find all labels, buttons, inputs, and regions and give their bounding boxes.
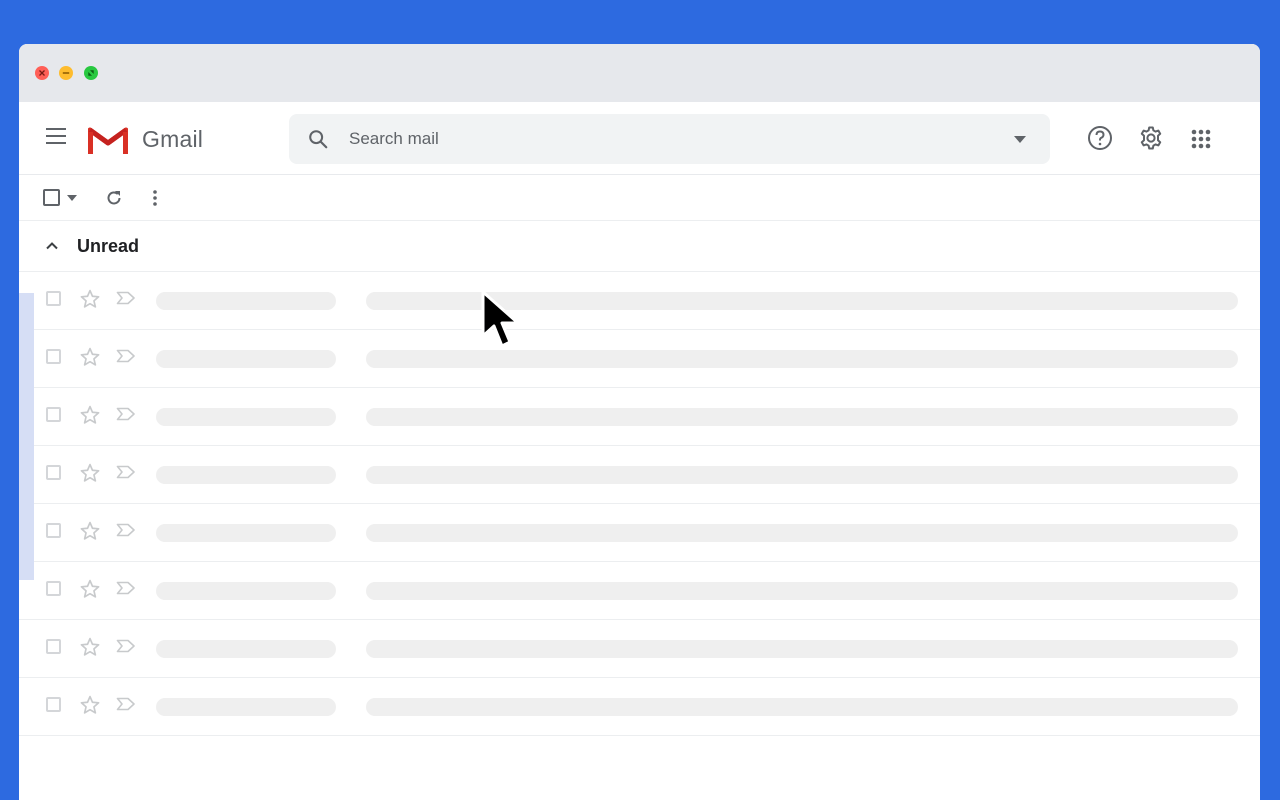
star-icon[interactable] — [79, 288, 101, 310]
row-checkbox[interactable] — [46, 465, 61, 480]
message-row[interactable] — [19, 272, 1260, 330]
star-icon[interactable] — [79, 520, 101, 542]
sender-placeholder — [156, 466, 336, 484]
important-marker-icon[interactable] — [116, 639, 136, 653]
close-icon — [39, 70, 45, 76]
sender-placeholder — [156, 524, 336, 542]
refresh-icon[interactable] — [104, 188, 124, 208]
sender-placeholder — [156, 350, 336, 368]
important-marker-icon[interactable] — [116, 581, 136, 595]
message-row[interactable] — [19, 620, 1260, 678]
row-checkbox[interactable] — [46, 639, 61, 654]
subject-placeholder — [366, 466, 1238, 484]
sender-placeholder — [156, 698, 336, 716]
select-all-checkbox[interactable] — [43, 189, 60, 206]
subject-placeholder — [366, 640, 1238, 658]
side-panel-edge — [19, 293, 34, 580]
row-checkbox[interactable] — [46, 523, 61, 538]
star-icon[interactable] — [79, 636, 101, 658]
star-icon[interactable] — [79, 462, 101, 484]
select-dropdown-icon[interactable] — [67, 195, 77, 201]
search-input[interactable]: Search mail — [349, 129, 439, 149]
mouse-cursor-icon — [481, 290, 520, 348]
row-checkbox[interactable] — [46, 581, 61, 596]
important-marker-icon[interactable] — [116, 349, 136, 363]
row-checkbox[interactable] — [46, 349, 61, 364]
message-row[interactable] — [19, 504, 1260, 562]
minimize-window-button[interactable] — [59, 66, 73, 80]
apps-icon[interactable] — [1191, 129, 1211, 149]
important-marker-icon[interactable] — [116, 523, 136, 537]
gmail-brand-text: Gmail — [142, 126, 204, 152]
subject-placeholder — [366, 582, 1238, 600]
message-row[interactable] — [19, 388, 1260, 446]
subject-placeholder — [366, 408, 1238, 426]
section-title: Unread — [77, 236, 140, 256]
search-icon[interactable] — [307, 128, 329, 150]
chevron-up-icon[interactable] — [45, 241, 59, 250]
star-icon[interactable] — [79, 578, 101, 600]
subject-placeholder — [366, 524, 1238, 542]
subject-placeholder — [366, 698, 1238, 716]
browser-window: Gmail Search mail Unread — [19, 44, 1260, 800]
sender-placeholder — [156, 582, 336, 600]
important-marker-icon[interactable] — [116, 697, 136, 711]
message-row[interactable] — [19, 678, 1260, 736]
mail-toolbar — [19, 175, 1260, 221]
sender-placeholder — [156, 408, 336, 426]
row-checkbox[interactable] — [46, 697, 61, 712]
unread-section-header[interactable]: Unread — [19, 221, 1260, 272]
row-checkbox[interactable] — [46, 291, 61, 306]
more-icon[interactable] — [152, 188, 158, 208]
search-bar[interactable]: Search mail — [289, 114, 1050, 164]
gmail-logo[interactable] — [88, 124, 128, 154]
maximize-icon — [88, 70, 94, 76]
main-menu-button[interactable] — [46, 128, 68, 146]
important-marker-icon[interactable] — [116, 407, 136, 421]
important-marker-icon[interactable] — [116, 291, 136, 305]
message-list — [19, 272, 1260, 736]
gmail-header: Gmail Search mail — [19, 102, 1260, 175]
star-icon[interactable] — [79, 694, 101, 716]
important-marker-icon[interactable] — [116, 465, 136, 479]
search-options-dropdown-icon[interactable] — [1014, 136, 1026, 143]
sender-placeholder — [156, 292, 336, 310]
close-window-button[interactable] — [35, 66, 49, 80]
minimize-icon — [62, 72, 70, 74]
message-row[interactable] — [19, 562, 1260, 620]
window-titlebar — [19, 44, 1260, 102]
help-icon[interactable] — [1087, 125, 1113, 151]
maximize-window-button[interactable] — [84, 66, 98, 80]
message-row[interactable] — [19, 446, 1260, 504]
sender-placeholder — [156, 640, 336, 658]
star-icon[interactable] — [79, 346, 101, 368]
menu-icon — [46, 128, 66, 130]
settings-icon[interactable] — [1138, 125, 1164, 151]
message-row[interactable] — [19, 330, 1260, 388]
star-icon[interactable] — [79, 404, 101, 426]
row-checkbox[interactable] — [46, 407, 61, 422]
